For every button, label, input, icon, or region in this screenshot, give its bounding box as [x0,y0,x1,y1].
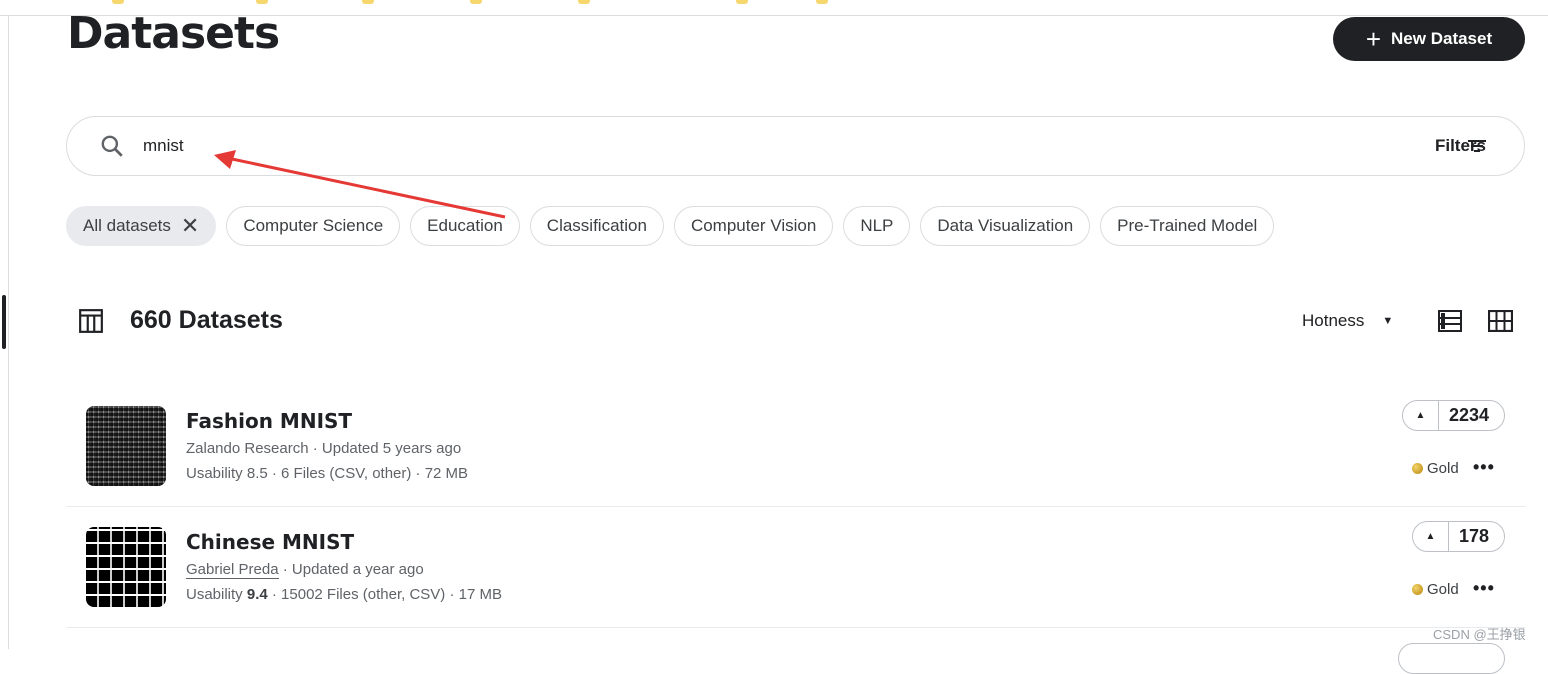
watermark: CSDN @王挣银 [1433,627,1526,642]
annotation-arrow [214,150,506,219]
